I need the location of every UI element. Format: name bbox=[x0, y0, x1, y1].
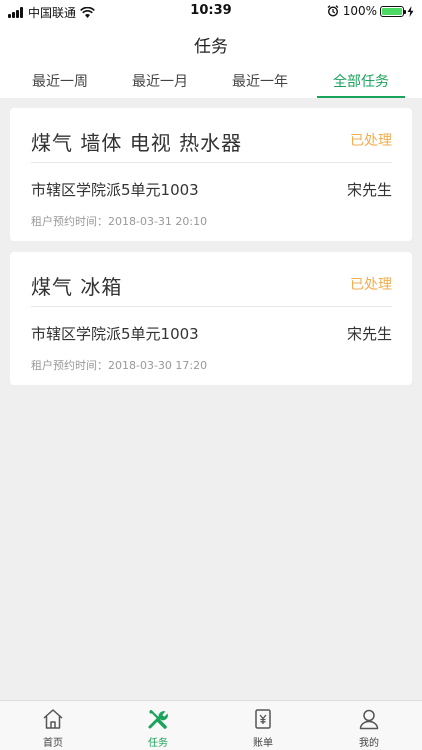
task-appointment-time: 租户预约时间：2018-03-30 17:20 bbox=[31, 357, 207, 373]
tab-last-week[interactable]: 最近一周 bbox=[10, 70, 110, 98]
time-label: 租户预约时间： bbox=[31, 359, 108, 372]
task-appointment-time: 租户预约时间：2018-03-31 20:10 bbox=[31, 213, 207, 229]
bill-icon bbox=[255, 709, 271, 729]
status-right: 100% bbox=[327, 4, 414, 18]
tabbar-label: 账单 bbox=[253, 738, 273, 749]
tabbar-label: 任务 bbox=[148, 738, 168, 749]
tab-last-month[interactable]: 最近一月 bbox=[110, 70, 210, 98]
card-divider bbox=[31, 162, 392, 163]
top-section: 中国联通 10:39 100% 任务 最近一周 最近一月 最近一年 全部任务 bbox=[0, 0, 422, 98]
tabbar-label: 首页 bbox=[43, 738, 63, 749]
task-card[interactable]: 煤气 墙体 电视 热水器 已处理 市辖区学院派5单元1003 宋先生 租户预约时… bbox=[10, 108, 412, 241]
charging-bolt-icon bbox=[407, 5, 414, 17]
time-label: 租户预约时间： bbox=[31, 215, 108, 228]
filter-tabs: 最近一周 最近一月 最近一年 全部任务 bbox=[0, 70, 422, 98]
tabbar-item-mine[interactable]: 我的 bbox=[329, 701, 409, 750]
tabbar-item-tasks[interactable]: 任务 bbox=[118, 701, 198, 750]
battery-icon bbox=[380, 5, 406, 17]
bottom-tab-bar: 首页 任务 账单 我的 bbox=[0, 700, 422, 750]
home-icon bbox=[43, 709, 63, 729]
task-title: 煤气 冰箱 bbox=[31, 275, 123, 299]
task-card[interactable]: 煤气 冰箱 已处理 市辖区学院派5单元1003 宋先生 租户预约时间：2018-… bbox=[10, 252, 412, 385]
task-status-badge: 已处理 bbox=[350, 133, 392, 149]
task-address: 市辖区学院派5单元1003 bbox=[31, 181, 199, 199]
page-title: 任务 bbox=[194, 37, 228, 57]
battery-percent: 100% bbox=[342, 4, 377, 18]
alarm-icon bbox=[327, 5, 339, 17]
tab-all-tasks[interactable]: 全部任务 bbox=[311, 70, 411, 98]
task-title: 煤气 墙体 电视 热水器 bbox=[31, 131, 243, 155]
tab-last-year[interactable]: 最近一年 bbox=[210, 70, 310, 98]
time-value: 2018-03-30 17:20 bbox=[108, 359, 208, 372]
task-tenant: 宋先生 bbox=[346, 325, 392, 343]
tabbar-item-home[interactable]: 首页 bbox=[13, 701, 93, 750]
card-divider bbox=[31, 306, 392, 307]
status-bar: 中国联通 10:39 100% bbox=[0, 0, 422, 24]
time-value: 2018-03-31 20:10 bbox=[108, 215, 208, 228]
task-tenant: 宋先生 bbox=[346, 181, 392, 199]
tabbar-item-bills[interactable]: 账单 bbox=[223, 701, 303, 750]
tools-icon bbox=[148, 709, 168, 729]
task-status-badge: 已处理 bbox=[350, 277, 392, 293]
user-icon bbox=[359, 709, 379, 730]
tabbar-label: 我的 bbox=[359, 738, 379, 749]
task-address: 市辖区学院派5单元1003 bbox=[31, 325, 199, 343]
